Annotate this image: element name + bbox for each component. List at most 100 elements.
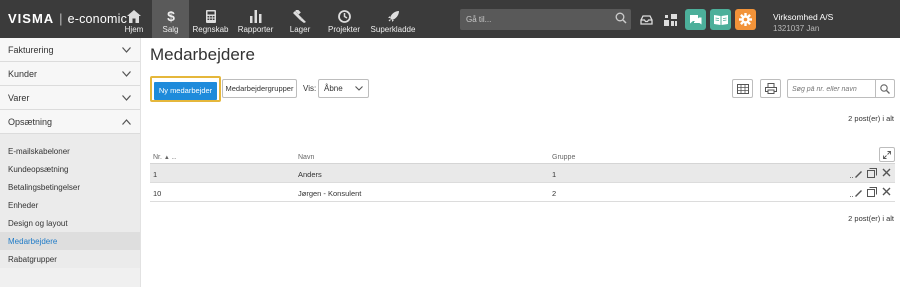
inbox-icon: [640, 14, 653, 25]
sidebar-group-kunder[interactable]: Kunder: [0, 62, 140, 86]
clock-icon: [337, 10, 351, 23]
edit-icon[interactable]: [850, 187, 862, 197]
nav-item-projekter[interactable]: Projekter: [321, 0, 367, 38]
chevron-down-icon: [122, 46, 131, 53]
column-settings-button[interactable]: [732, 79, 753, 98]
chevron-down-icon: [122, 94, 131, 101]
sidebar-item-rabatgrupper[interactable]: Rabatgrupper: [0, 250, 140, 268]
highlight-frame: Ny medarbejder: [150, 76, 221, 102]
company-info[interactable]: Virksomhed A/S 1321037 Jan: [773, 11, 833, 35]
table-row[interactable]: 10 Jørgen - Konsulent 2: [150, 183, 895, 202]
search-icon: [880, 83, 890, 94]
company-name: Virksomhed A/S: [773, 12, 834, 22]
dollar-icon: $: [167, 9, 175, 23]
row-actions: [850, 187, 891, 197]
nav-item-lager[interactable]: Lager: [279, 0, 321, 38]
sidebar-group-label: Opsætning: [8, 116, 53, 127]
bar-chart-icon: [249, 10, 261, 23]
nav-label-superkladde: Superkladde: [370, 25, 416, 34]
sidebar-item-betalingsbetingelser[interactable]: Betalingsbetingelser: [0, 178, 140, 196]
dashboard-button[interactable]: [660, 9, 681, 30]
new-employee-button[interactable]: Ny medarbejder: [154, 81, 217, 100]
delete-icon[interactable]: [882, 187, 891, 196]
sidebar-item-emailskabeloner[interactable]: E-mailskabeloner: [0, 142, 140, 160]
filter-select[interactable]: Åbne: [318, 79, 369, 98]
calculator-icon: [205, 10, 216, 23]
logo[interactable]: VISMA | e-conomic: [8, 11, 127, 26]
column-header-navn[interactable]: Navn: [298, 154, 314, 161]
main-content: Medarbejdere Ny medarbejder Medarbejderg…: [141, 38, 900, 287]
column-header-nr[interactable]: Nr. ▲ ...: [153, 154, 177, 161]
record-count-top: 2 post(er) i alt: [848, 114, 894, 123]
global-search[interactable]: [460, 9, 631, 30]
chevron-down-icon: [122, 70, 131, 77]
nav-item-superkladde[interactable]: Superkladde: [367, 0, 419, 38]
filter-label: Vis:: [303, 84, 317, 93]
inbox-button[interactable]: [636, 9, 657, 30]
main-nav: Hjem $ Salg Regnskab Rapporter Lager Pro…: [116, 0, 419, 38]
table-header: Nr. ▲ ... Navn Gruppe: [150, 147, 895, 164]
edit-icon[interactable]: [850, 168, 862, 178]
book-icon: [713, 15, 728, 25]
sidebar-item-design-og-layout[interactable]: Design og layout: [0, 214, 140, 232]
sidebar-group-label: Varer: [8, 92, 30, 103]
nav-label-salg: Salg: [162, 25, 179, 34]
chevron-down-icon: [355, 86, 363, 91]
sidebar-group-fakturering[interactable]: Fakturering: [0, 38, 140, 62]
list-search-input[interactable]: [792, 83, 872, 95]
print-icon: [764, 83, 777, 94]
dashboard-icon: [664, 13, 677, 26]
nav-label-lager: Lager: [289, 25, 311, 34]
cell-gruppe: 1: [552, 170, 557, 179]
nav-label-projekter: Projekter: [327, 25, 360, 34]
expand-icon: [883, 150, 891, 159]
home-icon: [127, 10, 141, 23]
top-bar: VISMA | e-conomic Hjem $ Salg Regnskab R…: [0, 0, 900, 38]
nav-label-rapporter: Rapporter: [237, 25, 274, 34]
sidebar-item-medarbejdere[interactable]: Medarbejdere: [0, 232, 140, 250]
svg-text:$: $: [167, 9, 175, 23]
forklift-icon: [293, 10, 306, 23]
delete-icon[interactable]: [882, 168, 891, 177]
cell-navn[interactable]: Anders: [298, 170, 322, 179]
column-header-nr-label: Nr.: [153, 154, 162, 161]
search-icon[interactable]: [615, 12, 627, 24]
filter-select-value: Åbne: [324, 84, 343, 93]
rocket-icon: [387, 11, 399, 22]
copy-icon[interactable]: [867, 168, 877, 178]
list-search[interactable]: [787, 79, 895, 98]
sidebar-group-opsaetning[interactable]: Opsætning: [0, 110, 140, 134]
global-search-input[interactable]: [466, 12, 606, 27]
chat-button[interactable]: [685, 9, 706, 30]
company-id: 1321037 Jan: [773, 24, 820, 33]
chevron-up-icon: [122, 118, 131, 125]
page-title: Medarbejdere: [150, 45, 255, 64]
table-icon: [736, 83, 749, 94]
sidebar-group-varer[interactable]: Varer: [0, 86, 140, 110]
cell-navn[interactable]: Jørgen - Konsulent: [298, 189, 361, 198]
table-row[interactable]: 1 Anders 1: [150, 164, 895, 183]
sidebar-item-enheder[interactable]: Enheder: [0, 196, 140, 214]
sidebar-item-kundeopsaetning[interactable]: Kundeopsætning: [0, 160, 140, 178]
print-button[interactable]: [760, 79, 781, 98]
logo-separator: |: [59, 11, 63, 26]
nav-item-regnskab[interactable]: Regnskab: [189, 0, 232, 38]
row-actions: [850, 168, 891, 178]
column-header-gruppe[interactable]: Gruppe: [552, 154, 575, 161]
sort-asc-icon: ▲ ...: [163, 155, 177, 161]
cell-gruppe: 2: [552, 189, 557, 198]
help-book-button[interactable]: [710, 9, 731, 30]
list-search-button[interactable]: [875, 80, 894, 97]
sidebar: Fakturering Kunder Varer Opsætning E-mai…: [0, 38, 141, 287]
record-count-bottom: 2 post(er) i alt: [848, 214, 894, 223]
nav-item-rapporter[interactable]: Rapporter: [232, 0, 279, 38]
nav-item-hjem[interactable]: Hjem: [116, 0, 152, 38]
employee-groups-button[interactable]: Medarbejdergrupper: [222, 79, 297, 98]
copy-icon[interactable]: [867, 187, 877, 197]
sidebar-group-label: Kunder: [8, 68, 38, 79]
settings-button[interactable]: [735, 9, 756, 30]
chat-icon: [690, 14, 702, 24]
expand-table-button[interactable]: [879, 147, 895, 162]
cell-nr: 1: [153, 170, 158, 179]
nav-item-salg[interactable]: $ Salg: [152, 0, 189, 38]
